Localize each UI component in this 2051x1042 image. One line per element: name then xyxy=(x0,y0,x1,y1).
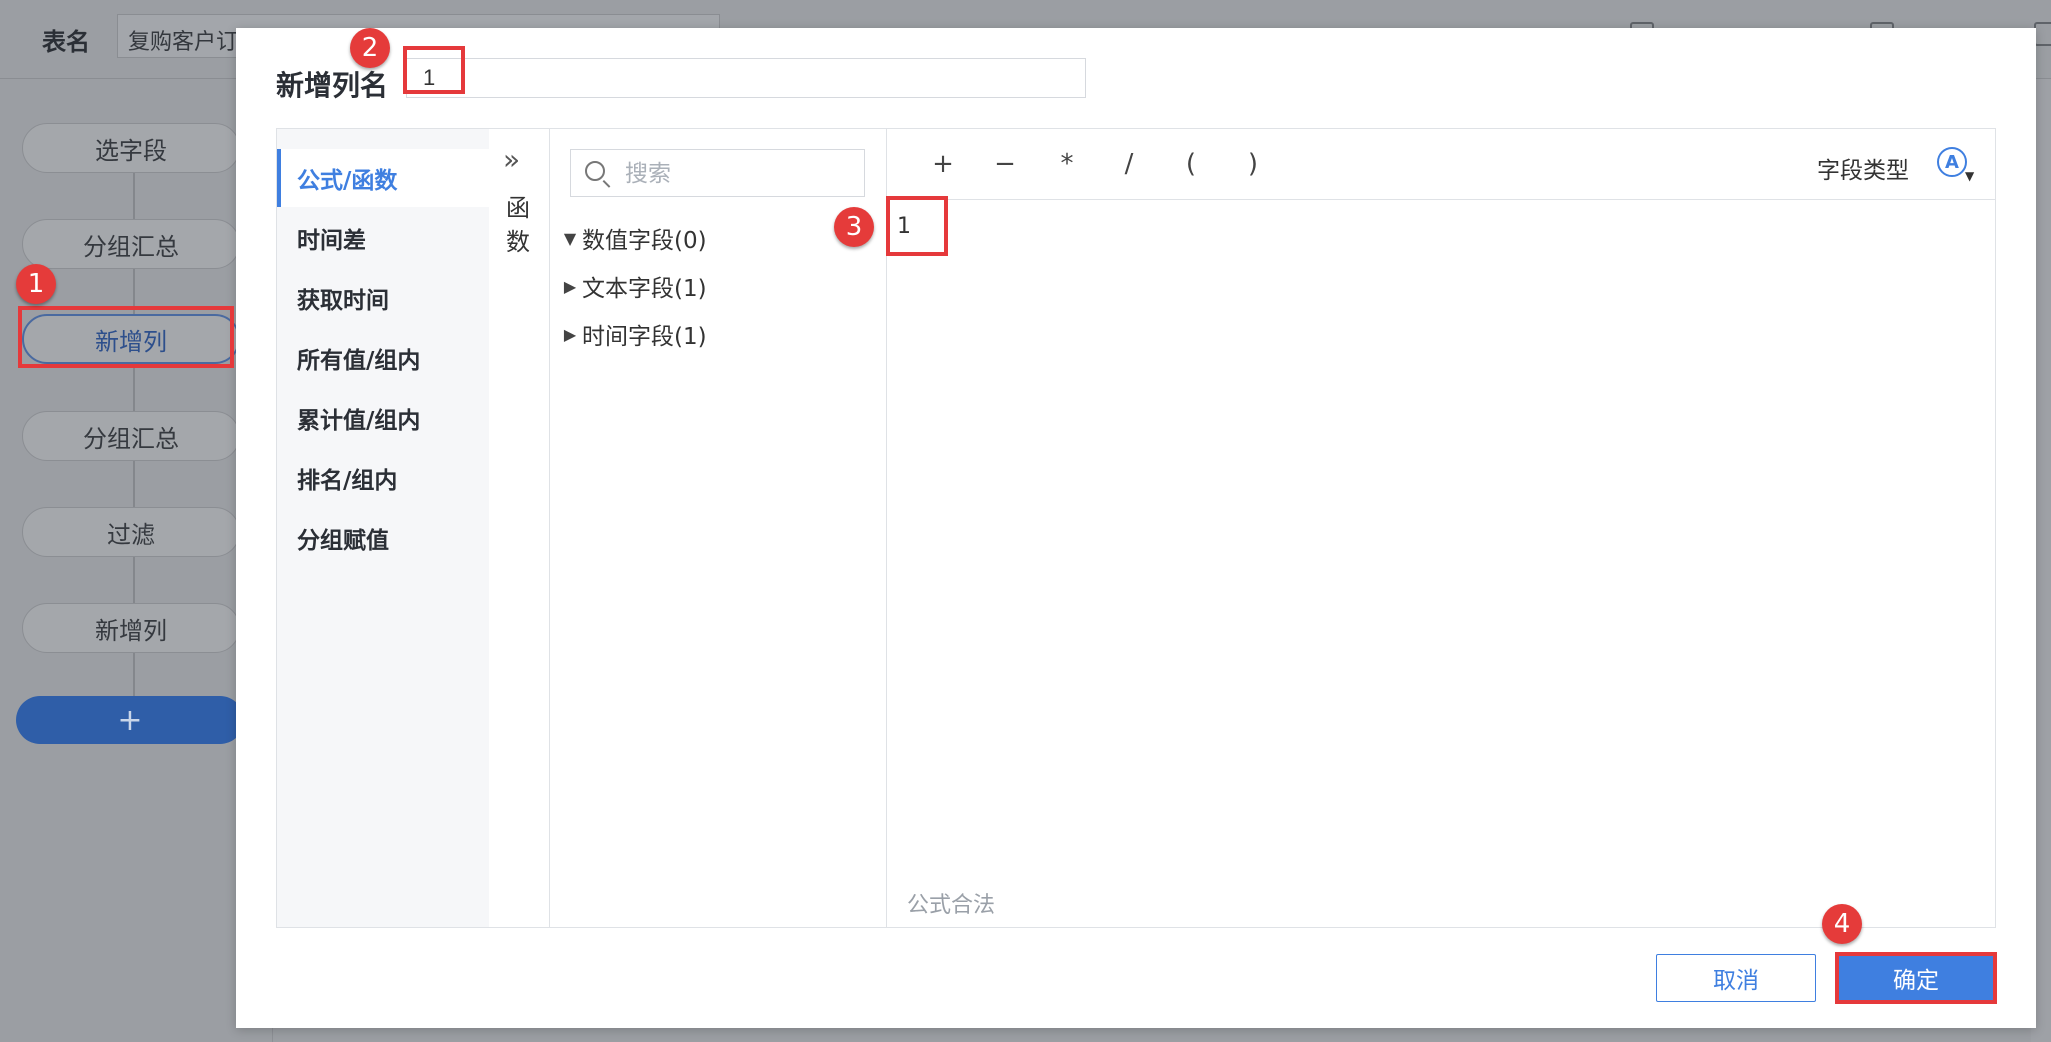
cancel-button[interactable]: 取消 xyxy=(1656,954,1816,1002)
function-tab[interactable]: » 函数 xyxy=(489,129,550,927)
field-group-text[interactable]: ▶ 文本字段(1) xyxy=(558,269,707,303)
table-name-label: 表名 xyxy=(42,28,90,56)
formula-panel: 公式/函数 时间差 获取时间 所有值/组内 累计值/组内 排名/组内 分组赋值 … xyxy=(276,128,1996,928)
category-rank[interactable]: 排名/组内 xyxy=(277,449,489,507)
multiply-operator-button[interactable]: * xyxy=(1047,147,1087,181)
annotation-badge-3: 3 xyxy=(834,207,874,247)
function-tab-label: 函数 xyxy=(506,194,530,256)
field-group-numeric[interactable]: ▼ 数值字段(0) xyxy=(558,221,707,255)
operator-toolbar: + − * / ( ) 字段类型 A ▼ xyxy=(887,129,1995,200)
category-formula-function[interactable]: 公式/函数 xyxy=(277,149,489,207)
caret-down-icon: ▼ xyxy=(563,228,577,248)
caret-right-icon: ▶ xyxy=(563,324,577,344)
column-name-input[interactable] xyxy=(406,58,1086,98)
category-all-values[interactable]: 所有值/组内 xyxy=(277,329,489,387)
field-type-label: 字段类型 xyxy=(1817,158,1909,184)
field-type-icon[interactable]: A xyxy=(1937,147,1967,177)
step-add-column-2[interactable]: 新增列 xyxy=(22,603,240,653)
annotation-badge-1: 1 xyxy=(16,264,56,304)
plus-operator-button[interactable]: + xyxy=(923,147,963,181)
annotation-badge-4: 4 xyxy=(1822,904,1862,944)
field-group-label: 时间字段(1) xyxy=(582,324,707,350)
step-select-fields[interactable]: 选字段 xyxy=(22,123,240,173)
copy-icon[interactable] xyxy=(2034,22,2051,46)
field-group-label: 数值字段(0) xyxy=(582,228,707,254)
divide-operator-button[interactable]: / xyxy=(1109,147,1149,181)
category-get-time[interactable]: 获取时间 xyxy=(277,269,489,327)
step-group-summary-2[interactable]: 分组汇总 xyxy=(22,411,240,461)
field-search-input[interactable] xyxy=(623,150,857,198)
field-group-time[interactable]: ▶ 时间字段(1) xyxy=(558,317,707,351)
add-step-button[interactable]: + xyxy=(16,696,244,744)
field-group-label: 文本字段(1) xyxy=(582,276,707,302)
function-category-list: 公式/函数 时间差 获取时间 所有值/组内 累计值/组内 排名/组内 分组赋值 xyxy=(277,129,489,927)
formula-status: 公式合法 xyxy=(907,893,996,918)
open-paren-button[interactable]: ( xyxy=(1171,147,1211,181)
formula-editor: + − * / ( ) 字段类型 A ▼ 1 公式合法 xyxy=(887,129,1995,927)
formula-input[interactable]: 1 xyxy=(887,200,1995,850)
annotation-badge-2: 2 xyxy=(350,28,390,68)
expand-chevron-icon[interactable]: » xyxy=(503,143,520,176)
category-time-diff[interactable]: 时间差 xyxy=(277,209,489,267)
step-group-summary[interactable]: 分组汇总 xyxy=(22,219,240,269)
category-cumulative[interactable]: 累计值/组内 xyxy=(277,389,489,447)
caret-right-icon: ▶ xyxy=(563,276,577,296)
dialog-title: 新增列名 xyxy=(276,69,389,102)
add-column-dialog: 新增列名 公式/函数 时间差 获取时间 所有值/组内 累计值/组内 排名/组内 … xyxy=(236,28,2036,1028)
close-paren-button[interactable]: ) xyxy=(1233,147,1273,181)
minus-operator-button[interactable]: − xyxy=(985,147,1025,181)
dropdown-caret-icon[interactable]: ▼ xyxy=(1965,169,1974,183)
step-add-column[interactable]: 新增列 xyxy=(22,314,240,364)
field-list-column: ▼ 数值字段(0) ▶ 文本字段(1) ▶ 时间字段(1) xyxy=(550,129,887,927)
field-search-box[interactable] xyxy=(570,149,865,198)
confirm-button[interactable]: 确定 xyxy=(1836,954,1996,1002)
category-group-assign[interactable]: 分组赋值 xyxy=(277,509,489,567)
step-filter[interactable]: 过滤 xyxy=(22,507,240,557)
search-icon xyxy=(585,161,605,181)
